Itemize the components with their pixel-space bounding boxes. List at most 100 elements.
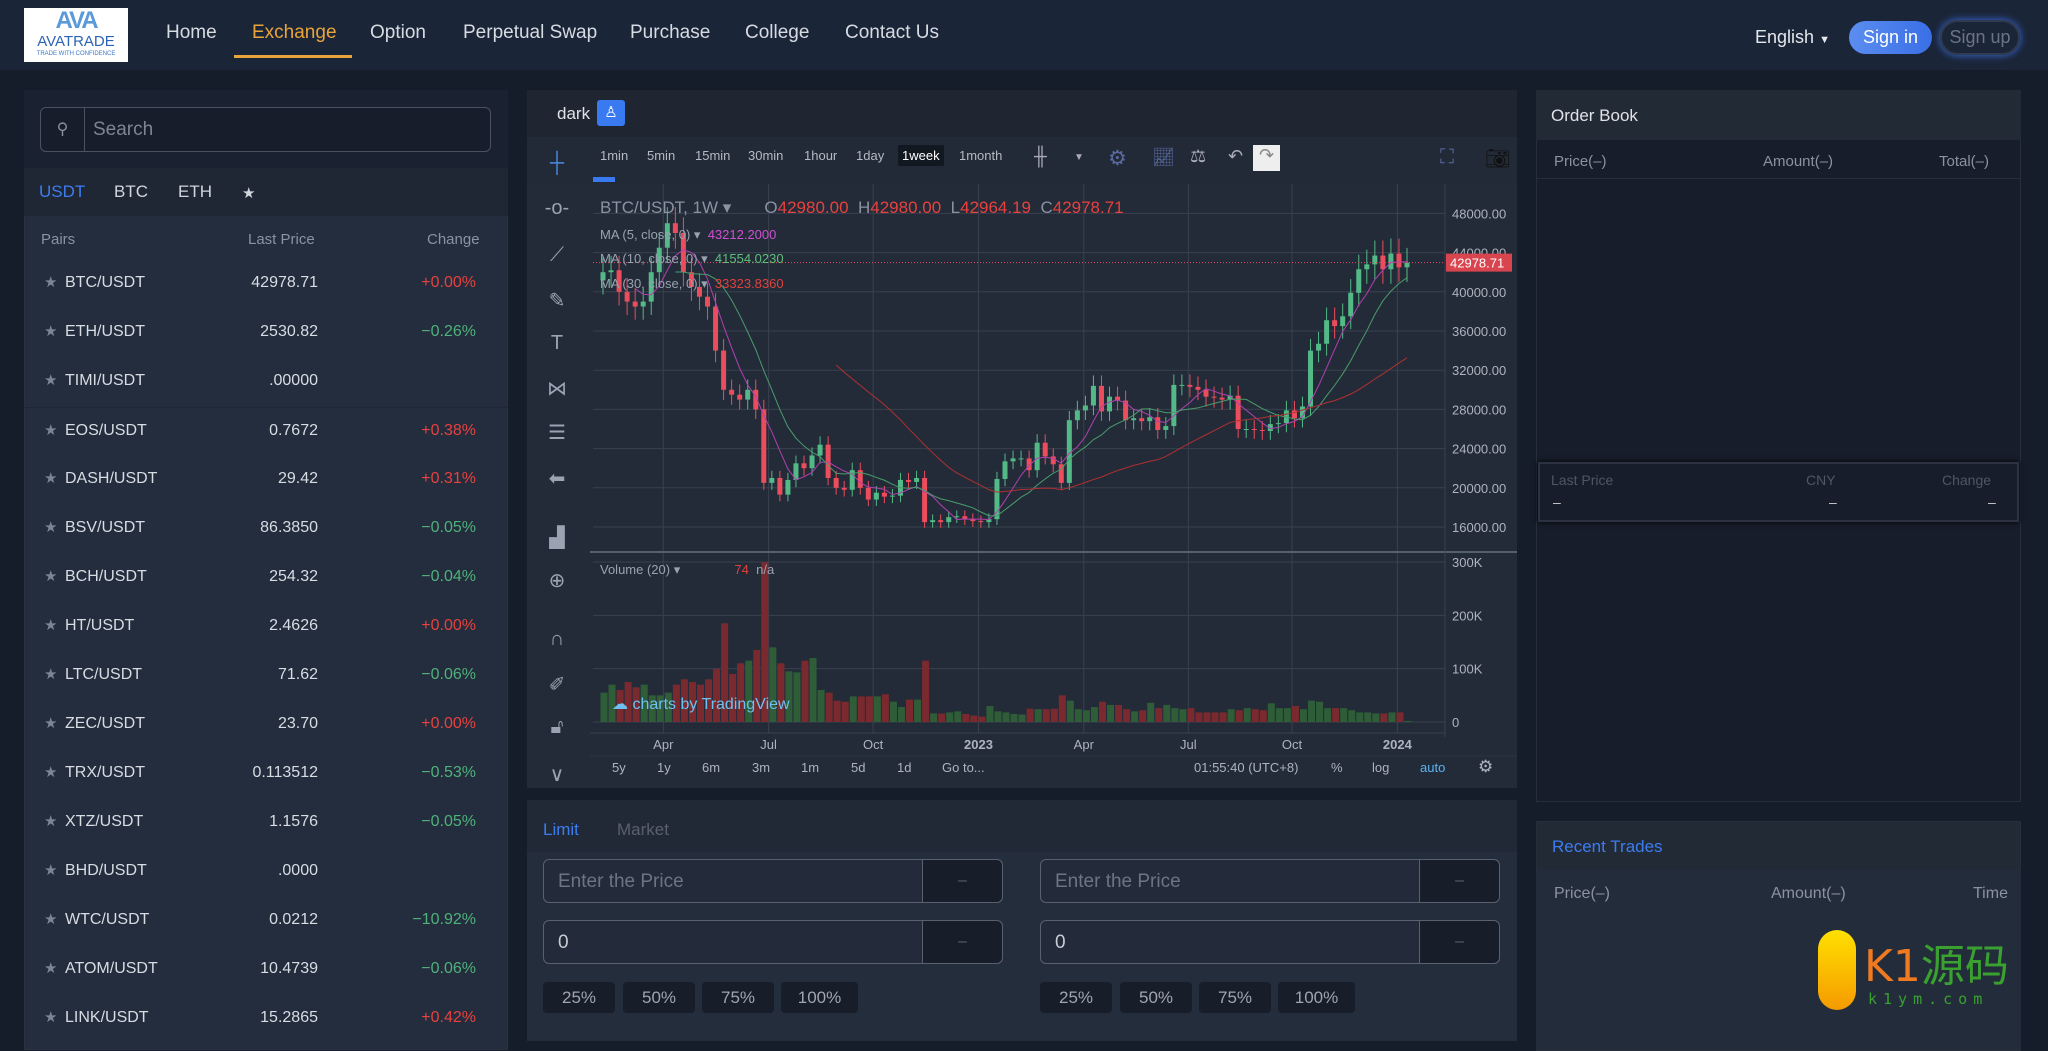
text-tool-icon[interactable]: T [542,332,572,355]
symbol-label[interactable]: BTC/USDT, 1W [600,198,718,217]
range-5d[interactable]: 5d [851,760,865,775]
nav-home[interactable]: Home [166,22,217,44]
interval-1hour[interactable]: 1hour [804,148,837,163]
nav-exchange[interactable]: Exchange [252,22,337,44]
sell-price-input[interactable] [1055,869,1415,895]
screenshot-camera-icon[interactable]: 📷︎ [1485,146,1510,171]
log-scale-toggle[interactable]: log [1372,760,1389,775]
range-3m[interactable]: 3m [752,760,770,775]
range-1d[interactable]: 1d [897,760,911,775]
range-1y[interactable]: 1y [657,760,671,775]
sell-100-button[interactable]: 100% [1278,982,1355,1013]
lock-drawing-icon[interactable]: ✐ [542,672,572,697]
sell-price-field[interactable]: – [1040,859,1500,903]
interval-1min[interactable]: 1min [600,148,628,163]
fullscreen-icon[interactable]: ⛶ [1440,146,1454,169]
nav-perpetual-swap[interactable]: Perpetual Swap [463,22,597,44]
chart-settings-gear-icon[interactable]: ⚙ [1478,757,1493,777]
market-row[interactable]: ★ BTC/USDT 42978.71 +0.00% [24,260,508,309]
sell-amount-field[interactable]: – [1040,920,1500,964]
measure-icon[interactable]: ▟ [542,525,572,550]
crosshair-icon[interactable]: ┼ [542,152,572,175]
compare-scale-icon[interactable]: ⚖ [1190,146,1206,167]
market-row[interactable]: ★ XTZ/USDT 1.1576 −0.05% [24,799,508,848]
market-row[interactable]: ★ ETH/USDT 2530.82 −0.26% [24,309,508,358]
favorite-star-icon[interactable]: ★ [44,1008,57,1026]
favorite-star-icon[interactable]: ★ [44,518,57,536]
market-row[interactable]: ★ BHD/USDT .0000 [24,848,508,897]
market-row[interactable]: ★ TIMI/USDT .00000 [24,358,508,407]
favorite-star-icon[interactable]: ★ [44,959,57,977]
buy-25-button[interactable]: 25% [543,982,615,1013]
indicators-icon[interactable]: 📈︎ [1152,147,1175,168]
tab-btc[interactable]: BTC [114,182,148,202]
market-row[interactable]: ★ EOS/USDT 0.7672 +0.38% [24,407,508,456]
favorite-star-icon[interactable]: ★ [44,763,57,781]
volume-legend[interactable]: Volume (20) ▾ 74 n/a [600,562,774,578]
ma30-legend[interactable]: MA (30, close, 0) ▾ 33323.8360 [600,276,784,292]
arrow-left-icon[interactable]: ⬅ [542,466,572,491]
interval-1month[interactable]: 1month [959,148,1002,163]
redo-icon[interactable]: ↷ [1253,145,1280,171]
interval-15min[interactable]: 15min [695,148,730,163]
favorite-star-icon[interactable]: ★ [44,861,57,879]
theme-toggle-lamp-icon[interactable]: ♙ [597,100,625,126]
market-row[interactable]: ★ ZEC/USDT 23.70 +0.00% [24,701,508,750]
interval-1week[interactable]: 1week [898,145,944,166]
buy-price-field[interactable]: – [543,859,1003,903]
interval-30min[interactable]: 30min [748,148,783,163]
interval-1day[interactable]: 1day [856,148,884,163]
favorite-star-icon[interactable]: ★ [44,469,57,487]
candle-type-icon[interactable]: ╫ [1034,146,1047,167]
sell-amount-input[interactable] [1055,930,1415,956]
favorite-star-icon[interactable]: ★ [44,714,57,732]
range-5y[interactable]: 5y [612,760,626,775]
chevron-down-icon[interactable]: ∨ [542,762,572,787]
market-row[interactable]: ★ LTC/USDT 71.62 −0.06% [24,652,508,701]
zoom-in-icon[interactable]: ⊕ [542,568,572,593]
unlock-icon[interactable]: 🔓︎ [542,716,572,739]
auto-scale-toggle[interactable]: auto [1420,760,1445,775]
chart-type-dropdown-icon[interactable]: ▼ [1074,152,1084,163]
settings-gear-icon[interactable]: ⚙ [1108,146,1127,171]
interval-5min[interactable]: 5min [647,148,675,163]
avatrade-logo[interactable]: AVA AVATRADE TRADE WITH CONFIDENCE [24,8,128,62]
tradingview-watermark[interactable]: ☁ charts by TradingView [612,694,790,714]
nav-purchase[interactable]: Purchase [630,22,710,44]
sell-75-button[interactable]: 75% [1199,982,1271,1013]
market-row[interactable]: ★ WTC/USDT 0.0212 −10.92% [24,897,508,946]
undo-icon[interactable]: ↶ [1228,146,1243,167]
favorite-star-icon[interactable]: ★ [44,371,57,389]
range-6m[interactable]: 6m [702,760,720,775]
buy-50-button[interactable]: 50% [623,982,695,1013]
tab-favorites-star-icon[interactable]: ★ [242,184,255,202]
ma5-legend[interactable]: MA (5, close, 0) ▾ 43212.2000 [600,227,776,243]
favorite-star-icon[interactable]: ★ [44,273,57,291]
nav-option[interactable]: Option [370,22,426,44]
fib-icon[interactable]: ☰ [542,420,572,445]
market-row[interactable]: ★ TRX/USDT 0.113512 −0.53% [24,750,508,799]
range-1m[interactable]: 1m [801,760,819,775]
favorite-star-icon[interactable]: ★ [44,616,57,634]
trend-line-icon[interactable]: ⟋ [542,244,572,267]
nav-college[interactable]: College [745,22,809,44]
market-row[interactable]: ★ DASH/USDT 29.42 +0.31% [24,456,508,505]
favorite-star-icon[interactable]: ★ [44,421,57,439]
sell-25-button[interactable]: 25% [1040,982,1112,1013]
percent-scale-toggle[interactable]: % [1331,760,1343,775]
magnet-icon[interactable]: ∩ [542,628,572,651]
horizontal-line-icon[interactable]: -o- [542,197,572,220]
favorite-star-icon[interactable]: ★ [44,910,57,928]
buy-75-button[interactable]: 75% [702,982,774,1013]
goto-date[interactable]: Go to... [942,760,985,775]
tab-usdt[interactable]: USDT [39,182,85,202]
sell-50-button[interactable]: 50% [1120,982,1192,1013]
favorite-star-icon[interactable]: ★ [44,665,57,683]
ma10-legend[interactable]: MA (10, close, 0) ▾ 41554.0230 [600,251,784,267]
nav-contact-us[interactable]: Contact Us [845,22,939,44]
language-dropdown[interactable]: English ▼ [1755,27,1830,48]
buy-100-button[interactable]: 100% [781,982,858,1013]
market-row[interactable]: ★ ATOM/USDT 10.4739 −0.06% [24,946,508,995]
market-row[interactable]: ★ LINK/USDT 15.2865 +0.42% [24,995,508,1044]
buy-amount-input[interactable] [558,930,918,956]
